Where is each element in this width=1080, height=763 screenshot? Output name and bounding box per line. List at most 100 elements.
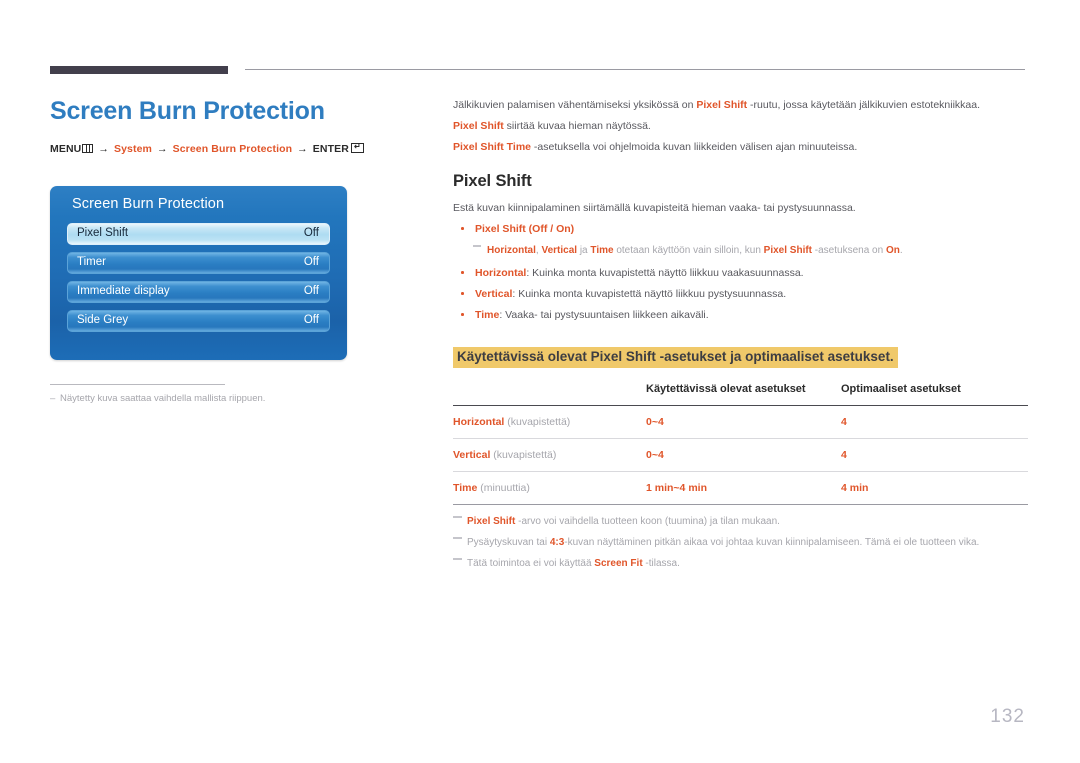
footnote-dash-icon	[453, 516, 462, 518]
subnote-term-vertical: Vertical	[541, 245, 578, 256]
row-unit: (kuvapistettä)	[490, 449, 557, 461]
osd-row-timer[interactable]: Timer Off	[67, 252, 330, 274]
osd-row-pixel-shift[interactable]: Pixel Shift Off	[67, 223, 330, 245]
row-label: Horizontal	[453, 416, 505, 428]
bullet-term: Time	[475, 309, 500, 321]
breadcrumb-arrow-2: →	[157, 143, 168, 155]
osd-row-label: Side Grey	[77, 314, 129, 326]
bullet-vertical: Vertical: Kuinka monta kuvapistettä näyt…	[453, 288, 1028, 301]
intro-paragraph-1: Jälkikuvien palamisen vähentämiseksi yks…	[453, 99, 1028, 111]
osd-row-value: Off	[303, 256, 319, 268]
bullet-dot-icon	[461, 271, 464, 274]
bullet-dot-icon	[461, 313, 464, 316]
bullet-term: Vertical	[475, 288, 513, 300]
footnote-text-c: -tilassa.	[642, 558, 680, 569]
bullet-rest: : Kuinka monta kuvapistettä näyttö liikk…	[512, 288, 787, 300]
table-cell-optimal: 4 min	[841, 471, 1028, 505]
footnote-list: Pixel Shift -arvo voi vaihdella tuotteen…	[453, 515, 1028, 570]
settings-table: Käytettävissä olevat asetukset Optimaali…	[453, 382, 1028, 505]
manual-page: Screen Burn Protection MENU → System → S…	[0, 0, 1080, 763]
osd-row-immediate-display[interactable]: Immediate display Off	[67, 281, 330, 303]
breadcrumb-step-screen-burn-protection: Screen Burn Protection	[172, 143, 293, 155]
subnote-term-pixel-shift: Pixel Shift	[763, 245, 813, 256]
subnote-term-on: On	[885, 245, 900, 256]
footnote-term: Screen Fit	[594, 558, 643, 569]
osd-row-label: Timer	[77, 256, 106, 268]
bullet-pixel-shift: Pixel Shift (Off / On)	[453, 223, 1028, 236]
osd-row-label: Immediate display	[77, 285, 170, 297]
intro-p2-term: Pixel Shift	[453, 120, 504, 132]
osd-panel-title: Screen Burn Protection	[72, 196, 225, 212]
intro-p1-a: Jälkikuvien palamisen vähentämiseksi yks…	[453, 99, 697, 111]
table-row: Vertical (kuvapistettä) 0~4 4	[453, 438, 1028, 472]
header-rule-dark	[50, 66, 228, 74]
osd-row-side-grey[interactable]: Side Grey Off	[67, 310, 330, 332]
subnote-sep-2: ja	[577, 245, 591, 256]
footnote-term: 4:3	[549, 537, 565, 548]
table-cell-label: Vertical (kuvapistettä)	[453, 438, 646, 472]
table-cell-optimal: 4	[841, 405, 1028, 439]
footnote-term: Pixel Shift	[467, 516, 516, 527]
subnote-term-time: Time	[590, 245, 614, 256]
footnote-screen-fit: Tätä toimintoa ei voi käyttää Screen Fit…	[453, 557, 1028, 570]
row-unit: (kuvapistettä)	[504, 416, 571, 428]
osd-note: – Näytetty kuva saattaa vaihdella mallist…	[50, 392, 380, 405]
footnote-text-a: Tätä toimintoa ei voi käyttää	[467, 558, 595, 569]
osd-row-list: Pixel Shift Off Timer Off Immediate disp…	[67, 223, 330, 339]
bullet-dot-icon	[461, 227, 464, 230]
highlight-band: Käytettävissä olevat Pixel Shift -asetuk…	[453, 347, 898, 368]
osd-panel: Screen Burn Protection Pixel Shift Off T…	[50, 186, 347, 360]
table-cell-available: 0~4	[646, 405, 841, 439]
table-cell-available: 0~4	[646, 438, 841, 472]
footnote-dash-icon	[453, 537, 462, 539]
header-rule-thin	[245, 69, 1025, 70]
table-cell-optimal: 4	[841, 438, 1028, 472]
breadcrumb-menu-label: MENU	[50, 143, 82, 155]
table-cell-available: 1 min~4 min	[646, 471, 841, 505]
section-subnote: Horizontal, Vertical ja Time otetaan käy…	[453, 244, 1028, 257]
intro-p3-term: Pixel Shift Time	[453, 141, 531, 153]
footnote-still-image: Pysäytyskuvan tai 4:3-kuvan näyttäminen …	[453, 536, 1028, 549]
footnote-text-a: Pysäytyskuvan tai	[467, 537, 550, 548]
table-cell-label: Time (minuuttia)	[453, 471, 646, 505]
row-unit: (minuuttia)	[477, 482, 530, 494]
intro-p3-b: -asetuksella voi ohjelmoida kuvan liikke…	[531, 141, 858, 153]
enter-return-icon: ↵	[350, 143, 364, 153]
menu-grid-icon	[82, 144, 94, 153]
subnote-sep-5: .	[899, 245, 903, 256]
footnote-text: -arvo voi vaihdella tuotteen koon (tuumi…	[515, 516, 780, 527]
bullet-rest: (Off / On)	[525, 223, 575, 235]
intro-p2-b: siirtää kuvaa hieman näytössä.	[503, 120, 651, 132]
table-header-available: Käytettävissä olevat asetukset	[646, 383, 806, 395]
table-row: Time (minuuttia) 1 min~4 min 4 min	[453, 471, 1028, 505]
bullet-rest: : Kuinka monta kuvapistettä näyttö liikk…	[526, 267, 804, 279]
osd-note-text: Näytetty kuva saattaa vaihdella mallista…	[60, 393, 266, 404]
right-column: Jälkikuvien palamisen vähentämiseksi yks…	[453, 99, 1028, 578]
table-cell-label: Horizontal (kuvapistettä)	[453, 405, 646, 439]
section-bullet-list: Pixel Shift (Off / On)	[453, 223, 1028, 236]
footnote-pixel-shift-value: Pixel Shift -arvo voi vaihdella tuotteen…	[453, 515, 1028, 528]
section-heading-pixel-shift: Pixel Shift	[453, 172, 532, 190]
osd-row-value: Off	[303, 227, 319, 239]
section-intro: Estä kuvan kiinnipalaminen siirtämällä k…	[453, 202, 856, 214]
subnote-dash-icon	[473, 245, 481, 247]
table-row: Horizontal (kuvapistettä) 0~4 4	[453, 405, 1028, 439]
osd-row-value: Off	[303, 285, 319, 297]
row-label: Vertical	[453, 449, 491, 461]
bullet-horizontal: Horizontal: Kuinka monta kuvapistettä nä…	[453, 267, 1028, 280]
table-header-blank	[453, 382, 646, 406]
left-column: Screen Burn Protection MENU → System → S…	[50, 96, 410, 156]
subnote-sep-3: otetaan käyttöön vain silloin, kun	[613, 245, 764, 256]
section-bullet-list-2: Horizontal: Kuinka monta kuvapistettä nä…	[453, 267, 1028, 322]
osd-note-rule	[50, 384, 225, 385]
breadcrumb: MENU → System → Screen Burn Protection →…	[50, 142, 410, 156]
subnote-sep-4: -asetuksena on	[812, 245, 886, 256]
breadcrumb-step-system: System	[114, 143, 152, 155]
bullet-dot-icon	[461, 292, 464, 295]
footnote-text-c: -kuvan näyttäminen pitkän aikaa voi joht…	[564, 537, 980, 548]
intro-p1-term: Pixel Shift	[696, 99, 748, 111]
page-title: Screen Burn Protection	[50, 97, 325, 125]
bullet-term: Pixel Shift	[475, 223, 526, 235]
footnote-dash-icon	[453, 558, 462, 560]
breadcrumb-arrow-3: →	[297, 143, 308, 155]
